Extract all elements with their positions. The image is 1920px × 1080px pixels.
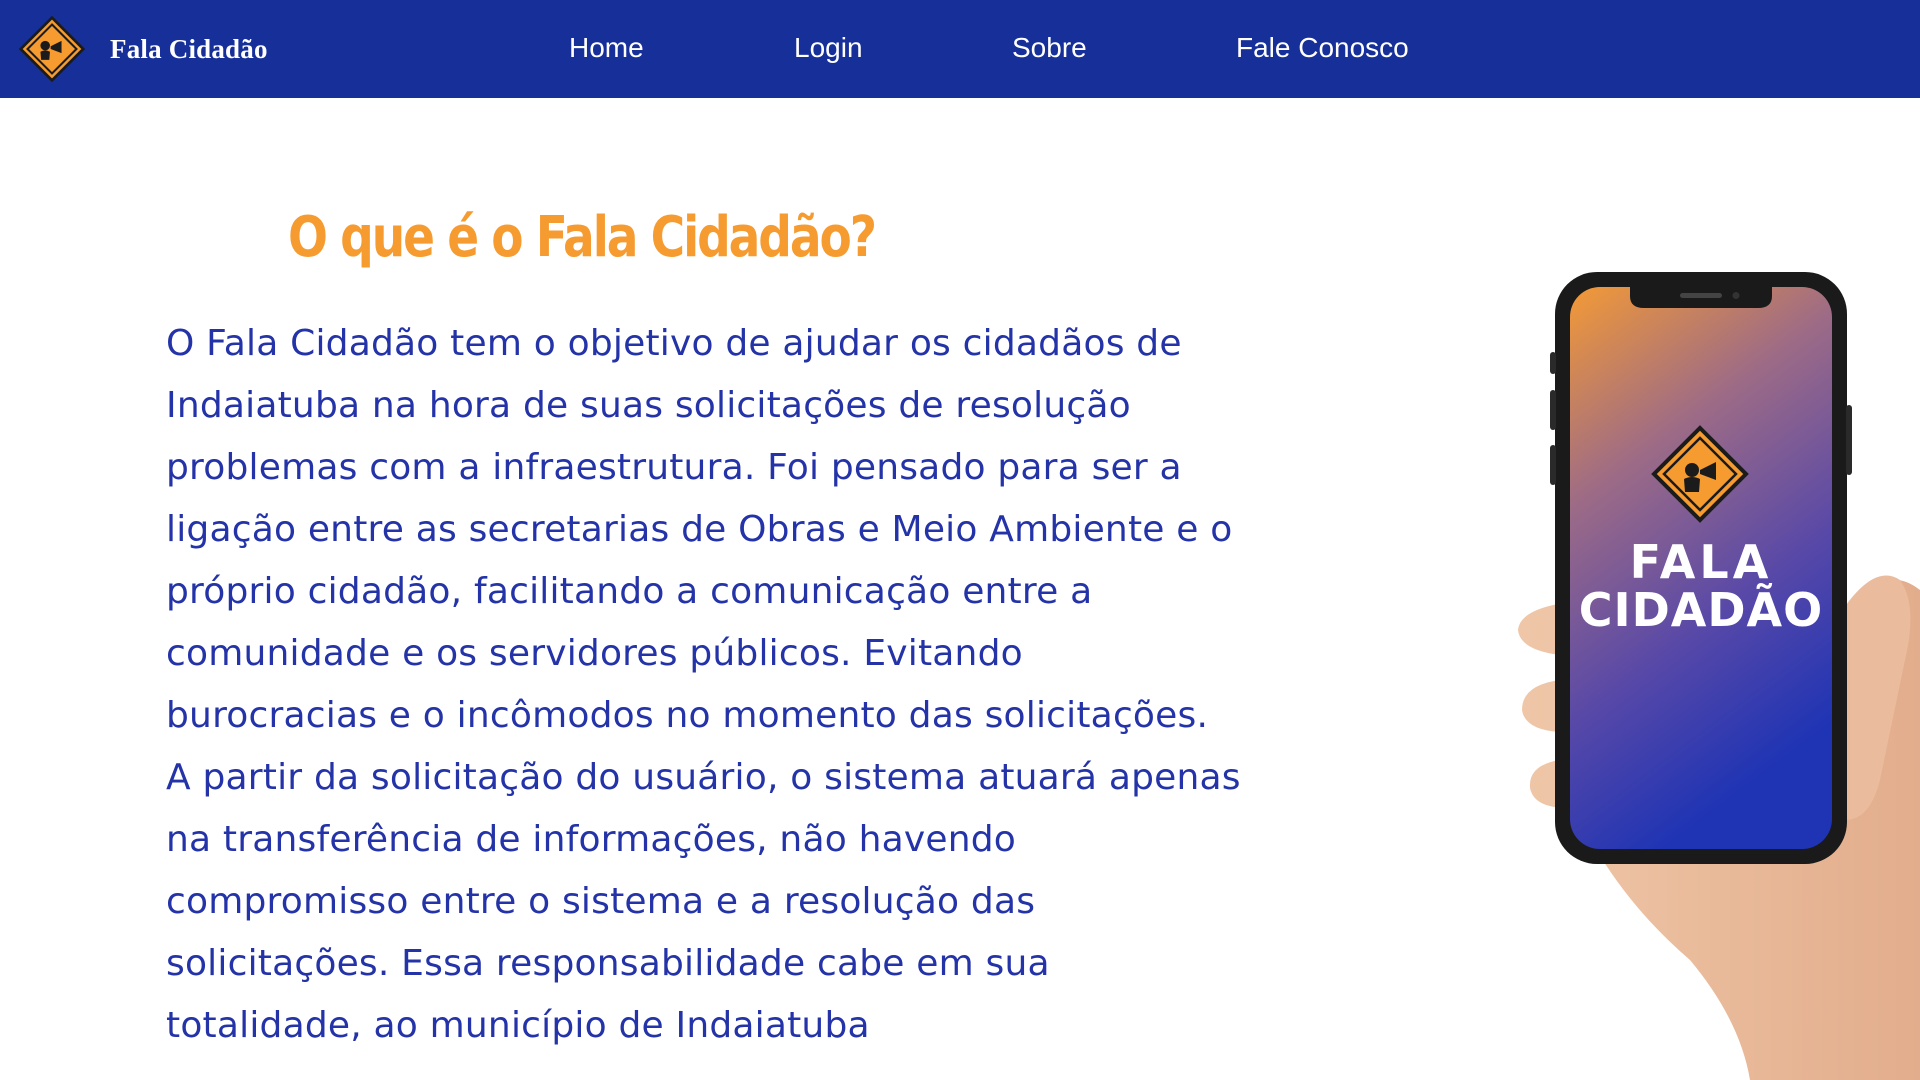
brand-name: Fala Cidadão bbox=[110, 33, 268, 64]
paragraph-line: A partir da solicitação do usuário, o si… bbox=[166, 757, 1241, 798]
phone-screen-title-line1: FALA bbox=[1630, 535, 1773, 589]
hand-holding-phone-image: FALA CIDADÃO bbox=[1518, 272, 1920, 1080]
paragraph-line: totalidade, ao município de Indaiatuba bbox=[166, 1005, 870, 1046]
nav-fale-conosco-link[interactable]: Fale Conosco bbox=[1236, 30, 1409, 66]
paragraph-line: próprio cidadão, facilitando a comunicaç… bbox=[166, 571, 1093, 612]
paragraph-line: O Fala Cidadão tem o objetivo de ajudar … bbox=[166, 323, 1182, 364]
paragraph-line: burocracias e o incômodos no momento das… bbox=[166, 695, 1209, 736]
brand-link[interactable]: Fala Cidadão bbox=[18, 14, 268, 84]
phone-screen-title-line2: CIDADÃO bbox=[1579, 582, 1824, 637]
paragraph-line: ligação entre as secretarias de Obras e … bbox=[166, 509, 1233, 550]
nav-login-link[interactable]: Login bbox=[794, 30, 863, 66]
paragraph-line: compromisso entre o sistema e a resoluçã… bbox=[166, 881, 1036, 922]
paragraph-line: na transferência de informações, não hav… bbox=[166, 819, 1017, 860]
paragraph-line: solicitações. Essa responsabilidade cabe… bbox=[166, 943, 1050, 984]
page-title: O que é o Fala Cidadão? bbox=[288, 205, 877, 270]
paragraph-line: Indaiatuba na hora de suas solicitações … bbox=[166, 385, 1131, 426]
nav-sobre-link[interactable]: Sobre bbox=[1012, 30, 1087, 66]
top-navbar: Fala Cidadão Home Login Sobre Fale Conos… bbox=[0, 0, 1920, 98]
paragraph-line: comunidade e os servidores públicos. Evi… bbox=[166, 633, 1023, 674]
paragraph-line: problemas com a infraestrutura. Foi pens… bbox=[166, 447, 1182, 488]
road-sign-megaphone-icon bbox=[18, 15, 86, 83]
nav-home-link[interactable]: Home bbox=[569, 30, 644, 66]
about-paragraph: O Fala Cidadão tem o objetivo de ajudar … bbox=[166, 313, 1346, 1057]
